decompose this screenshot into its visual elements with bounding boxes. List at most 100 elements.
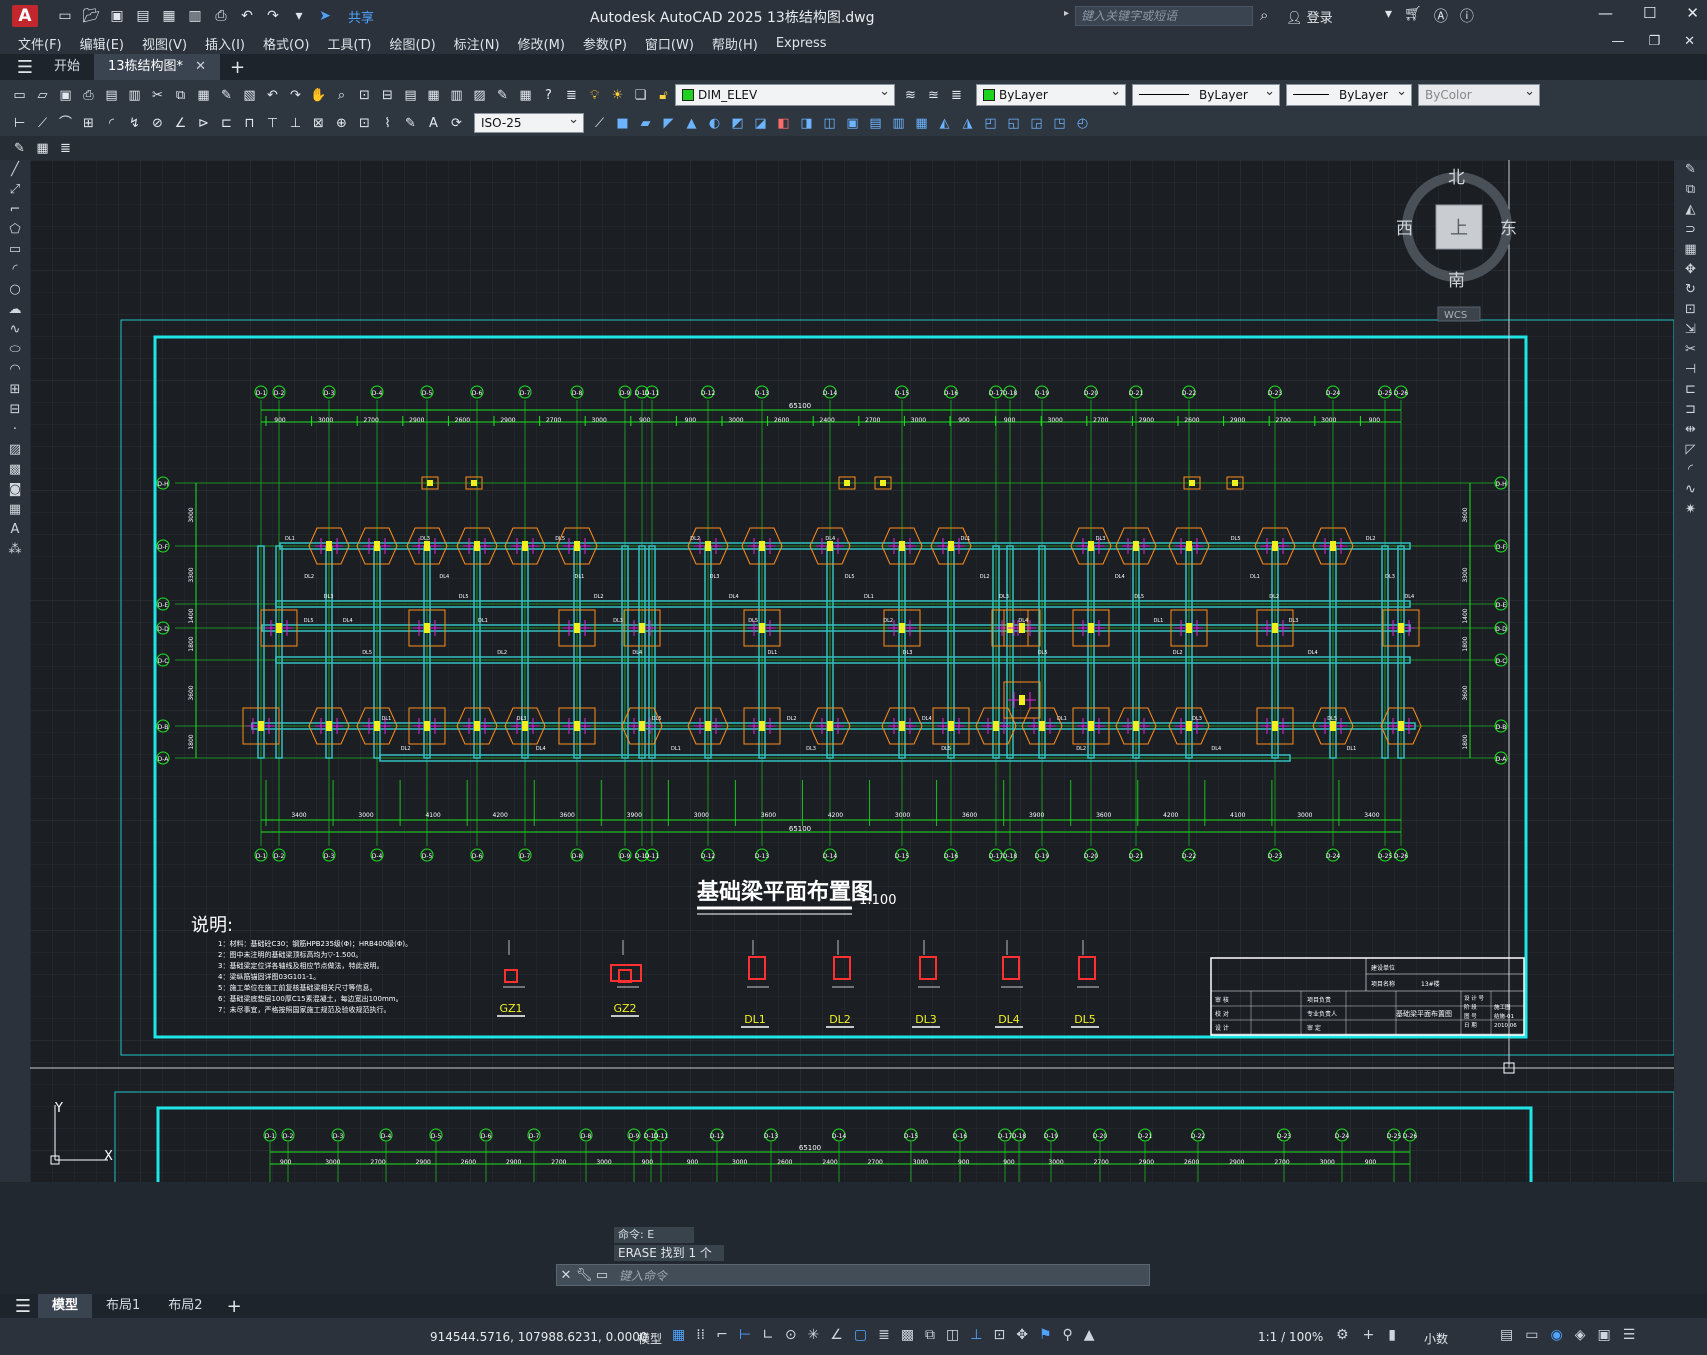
isodraft-icon[interactable]: ✳ [808,1327,820,1343]
calculator-icon[interactable]: ▦ [516,86,535,105]
share-label[interactable]: 共享 [348,7,374,26]
freeze-icon[interactable]: ❏ [631,86,650,105]
autocad-logo[interactable]: A [12,5,38,27]
menu-draw[interactable]: 绘图(D) [390,34,436,53]
compass-west[interactable]: 西 [1396,219,1413,239]
close-tab-icon[interactable]: ✕ [195,59,206,74]
new-file-icon[interactable]: ▭ [56,8,74,24]
face-delete-icon[interactable]: ◱ [1004,114,1023,133]
lock-ui-icon[interactable]: ▭ [1525,1327,1538,1343]
face-rotate-icon[interactable]: ◲ [1027,114,1046,133]
cylinder-icon[interactable]: ▰ [636,114,655,133]
add-layout-icon[interactable]: + [227,1296,242,1317]
redo-icon[interactable]: ↷ [264,8,282,24]
face-taper-icon[interactable]: ◳ [1050,114,1069,133]
expand-arrow-icon[interactable]: ▸ [1064,8,1069,19]
face-offset-icon[interactable]: ◰ [981,114,1000,133]
undo-icon[interactable]: ↶ [238,8,256,24]
minimize-icon[interactable]: — [1598,4,1613,22]
undo-icon[interactable]: ↶ [263,86,282,105]
save-as-icon[interactable]: ▤ [134,8,152,24]
dim-continue-icon[interactable]: ⊓ [240,114,259,133]
command-recent-icon[interactable]: ▭ [593,1268,611,1283]
menu-tools[interactable]: 工具(T) [327,34,371,53]
mtext-icon[interactable]: A [0,520,30,540]
mirror-icon[interactable]: ◭ [1674,200,1707,220]
face-extrude-icon[interactable]: ◭ [935,114,954,133]
make-current-icon[interactable]: ≋ [901,86,920,105]
menu-insert[interactable]: 插入(I) [205,34,245,53]
dim-ordinate-icon[interactable]: ⊞ [79,114,98,133]
menu-parametric[interactable]: 参数(P) [583,34,627,53]
publish-icon[interactable]: ▦ [160,8,178,24]
ortho-icon[interactable]: ∟ [762,1327,774,1343]
open-folder-icon[interactable]: 📂︎ [82,8,100,24]
menu-format[interactable]: 格式(O) [263,34,309,53]
copy-icon[interactable]: ⧉ [171,86,190,105]
snap-mode-icon[interactable]: ⁞⁞ [696,1327,705,1343]
center-mark-icon[interactable]: ⊕ [332,114,351,133]
box-icon[interactable]: ■ [613,114,632,133]
dynamic-input-icon[interactable]: ⊢ [739,1327,751,1343]
dim-arc-icon[interactable]: ⌒ [56,114,75,133]
customize-qat-icon[interactable]: ▾ [290,8,308,24]
search-icon[interactable]: ⌕ [1260,6,1268,24]
menu-dimension[interactable]: 标注(N) [454,34,500,53]
region-icon[interactable]: ◙ [0,480,30,500]
color-dropdown[interactable]: ByLayer [976,82,1126,106]
intersect-icon[interactable]: ◨ [797,114,816,133]
coordinates-display[interactable]: 914544.5716, 107988.6231, 0.0000 [430,1330,648,1344]
search-input[interactable]: 键入关键字或短语 [1075,6,1253,26]
properties-icon[interactable]: ▤ [401,86,420,105]
face-move-icon[interactable]: ◮ [958,114,977,133]
dim-radius-icon[interactable]: ◜ [102,114,121,133]
quick-dim-icon[interactable]: ⊳ [194,114,213,133]
publish-icon[interactable]: ▥ [125,86,144,105]
markup-icon[interactable]: ✎ [493,86,512,105]
stretch-icon[interactable]: ⇲ [1674,320,1707,340]
export-icon[interactable]: ▥ [186,8,204,24]
maximize-icon[interactable]: ☐ [1643,4,1656,22]
erase-icon[interactable]: ✎ [1674,160,1707,180]
grid-toggle-icon[interactable]: ▦ [672,1327,685,1343]
sheetset-icon[interactable]: ▨ [470,86,489,105]
join-icon[interactable]: ⇹ [1674,420,1707,440]
quick-properties-icon[interactable]: ▤ [1500,1327,1513,1343]
save-icon[interactable]: ▣ [56,86,75,105]
menu-hamburger-icon[interactable]: ☰ [10,57,40,78]
pan-icon[interactable]: ✋ [309,86,328,105]
slice-icon[interactable]: ◩ [728,114,747,133]
dim-jogged-icon[interactable]: ↯ [125,114,144,133]
offset-icon[interactable]: ⊃ [1674,220,1707,240]
layer-tools-icon[interactable]: ≣ [56,139,75,158]
annotation-visibility-icon[interactable]: ⚑ [1039,1327,1052,1343]
blend-icon[interactable]: ∿ [1674,480,1707,500]
tab-start[interactable]: 开始 [40,54,94,80]
tab-model[interactable]: 模型 [38,1294,93,1318]
menu-modify[interactable]: 修改(M) [518,34,565,53]
extrude-icon[interactable]: ▲ [682,114,701,133]
lock-icon[interactable]: 🔓︎ [654,86,673,105]
layer-state-icon[interactable]: ≣ [947,86,966,105]
compass-south[interactable]: 南 [1448,271,1465,291]
face-copy-icon[interactable]: ◴ [1073,114,1092,133]
paste-icon[interactable]: ▦ [194,86,213,105]
gizmo-icon[interactable]: ✥ [1016,1327,1028,1343]
cut-icon[interactable]: ✂ [148,86,167,105]
dim-edit-icon[interactable]: ✎ [401,114,420,133]
lineweight-toggle-icon[interactable]: ≣ [878,1327,890,1343]
break-point-icon[interactable]: ⊏ [1674,380,1707,400]
spline-icon[interactable]: ∿ [0,320,30,340]
jogged-linear-icon[interactable]: ⌇ [378,114,397,133]
dimstyle-dropdown[interactable]: ISO-25 [474,111,584,133]
close-icon[interactable]: ✕ [1686,4,1699,22]
wedge-icon[interactable]: ◤ [659,114,678,133]
isolate-objects-icon[interactable]: ◉ [1550,1327,1562,1343]
line-icon[interactable]: ╱ [0,160,30,180]
revcloud-icon[interactable]: ☁ [0,300,30,320]
copy-object-icon[interactable]: ⧉ [1674,180,1707,200]
zoom-previous-icon[interactable]: ⊟ [378,86,397,105]
inspect-icon[interactable]: ⊡ [355,114,374,133]
preview-icon[interactable]: ▤ [102,86,121,105]
drawing-canvas[interactable]: D-1 D-2 D-3 D-4 D-5 D-6 D-7 D-8 D-9 D-10 D-11 D-12 D… [30,160,1674,1182]
